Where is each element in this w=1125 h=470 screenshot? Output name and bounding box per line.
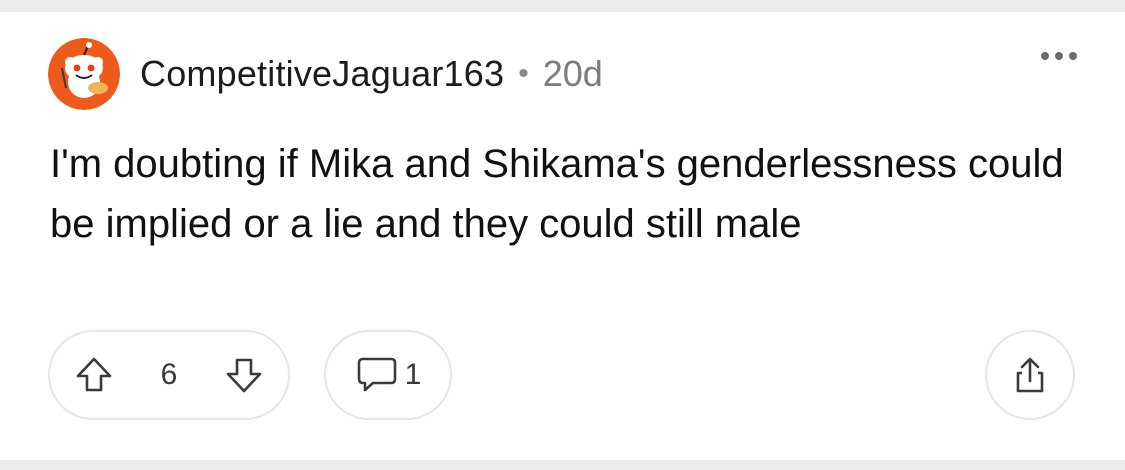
comment-card: CompetitiveJaguar163 • 20d I'm doubting … [0,12,1125,460]
comment-body: I'm doubting if Mika and Shikama's gende… [50,142,1064,246]
downvote-arrow-icon[interactable] [224,355,264,395]
author-username[interactable]: CompetitiveJaguar163 [140,53,504,95]
more-dot [1055,52,1063,60]
comment-count: 1 [404,358,422,391]
vote-control: 6 [48,330,290,420]
action-bar: 6 1 [48,330,452,420]
feed-separator-bottom [0,460,1125,470]
comment-button[interactable]: 1 [324,330,452,420]
comment-bubble-icon [355,355,399,395]
meta-separator: • [518,57,529,90]
vote-count: 6 [160,358,178,391]
share-icon[interactable] [985,330,1075,420]
comment-age: 20d [542,53,603,94]
feed-separator-top [0,0,1125,12]
more-options-icon[interactable] [1041,52,1077,60]
more-dot [1069,52,1077,60]
more-dot [1041,52,1049,60]
snoo-avatar-icon[interactable] [48,38,120,110]
upvote-arrow-icon[interactable] [74,355,114,395]
comment-header: CompetitiveJaguar163 • 20d [48,38,603,110]
